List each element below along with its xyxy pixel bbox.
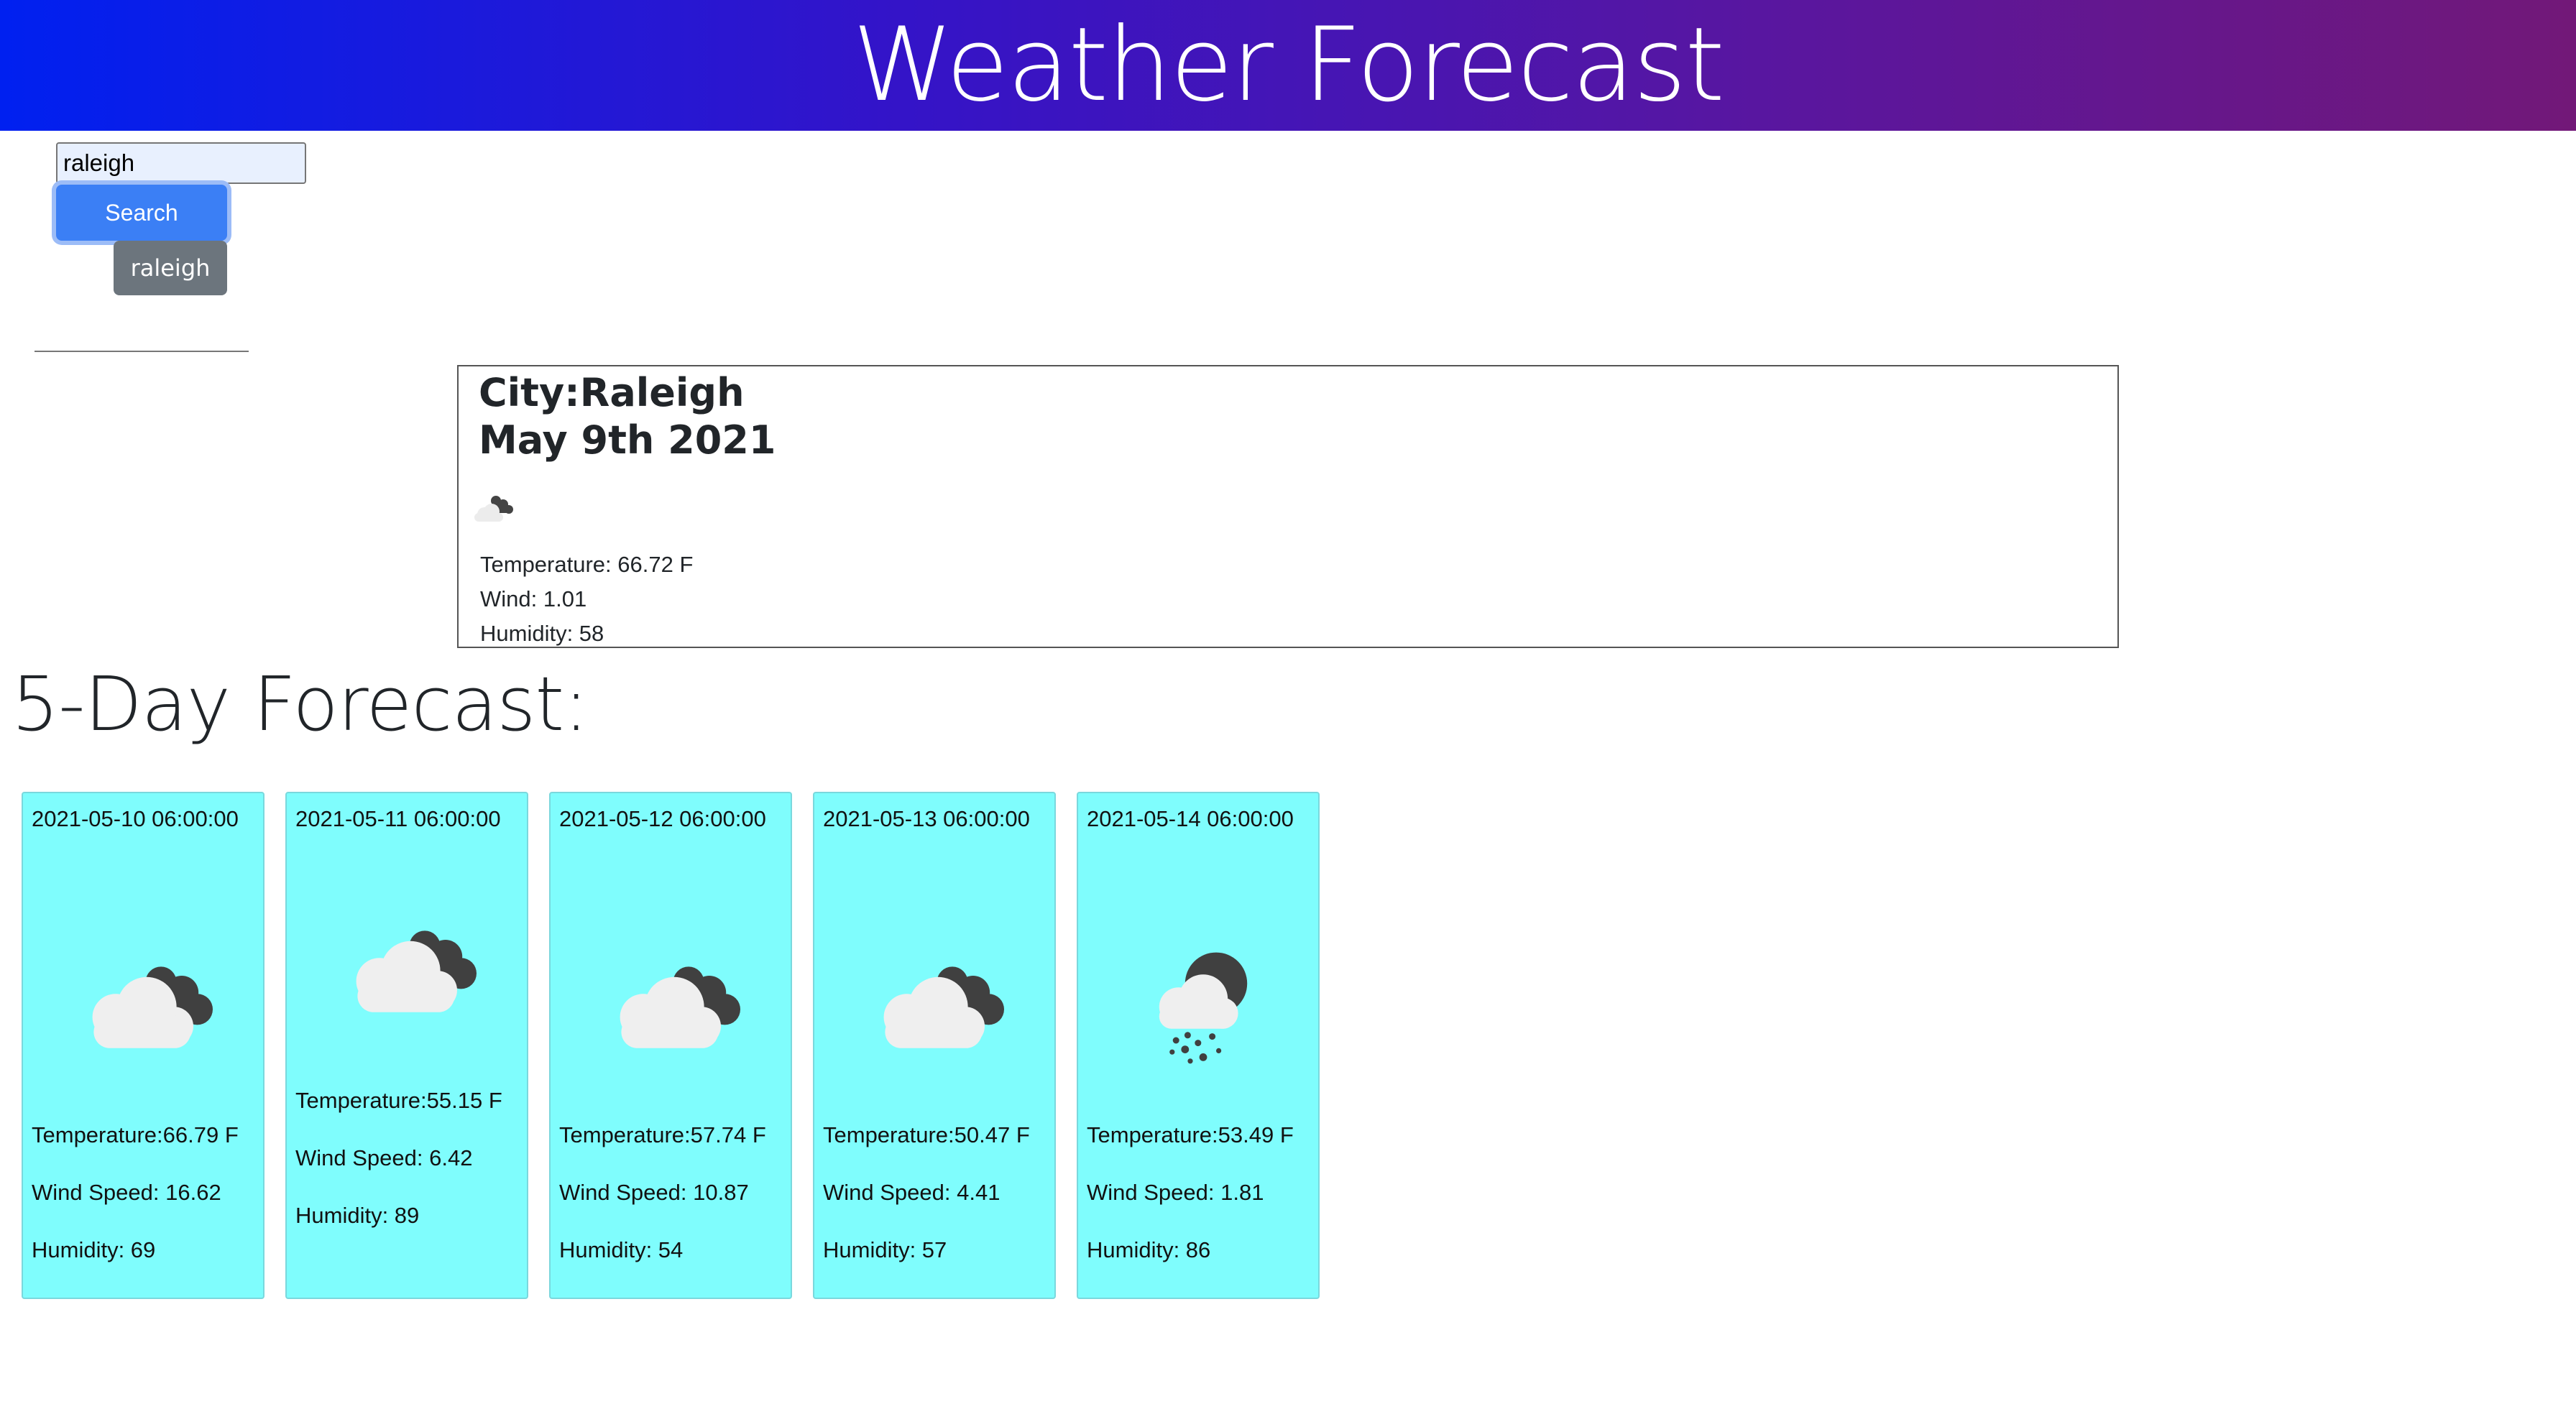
forecast-date: 2021-05-12 06:00:00 [559, 806, 766, 831]
forecast-date: 2021-05-10 06:00:00 [32, 806, 239, 831]
forecast-temperature: Temperature:55.15 F [295, 1088, 502, 1113]
forecast-wind: Wind Speed: 4.41 [823, 1180, 1000, 1205]
forecast-wind: Wind Speed: 10.87 [559, 1180, 749, 1205]
forecast-humidity: Humidity: 54 [559, 1237, 684, 1262]
clouds-icon [356, 930, 477, 1012]
clouds-icon [92, 966, 213, 1048]
forecast-date: 2021-05-13 06:00:00 [823, 806, 1030, 831]
history-city-button[interactable]: raleigh [114, 241, 227, 295]
rain-icon [1159, 952, 1248, 1064]
forecast-card: 2021-05-10 06:00:00 Temperature:66.79 F Wi… [22, 792, 264, 1299]
forecast-temperature: Temperature:50.47 F [823, 1122, 1030, 1147]
current-wind: Wind: 1.01 [480, 586, 587, 611]
current-weather-panel: City:Raleigh May 9th 2021 Temperature: 6… [457, 365, 2119, 648]
current-temperature: Temperature: 66.72 F [480, 552, 694, 577]
forecast-card: 2021-05-14 06:00:00 Temperature:53.49 F Wi… [1077, 792, 1320, 1299]
page-title: Weather Forecast [852, 6, 1725, 124]
forecast-date: 2021-05-14 06:00:00 [1087, 806, 1294, 831]
current-humidity: Humidity: 58 [480, 621, 604, 646]
forecast-humidity: Humidity: 57 [823, 1237, 947, 1262]
city-search-input[interactable] [56, 142, 306, 184]
forecast-temperature: Temperature:57.74 F [559, 1122, 766, 1147]
forecast-temperature: Temperature:53.49 F [1087, 1122, 1294, 1147]
forecast-wind: Wind Speed: 1.81 [1087, 1180, 1264, 1205]
forecast-temperature: Temperature:66.79 F [32, 1122, 239, 1147]
clouds-icon [474, 496, 513, 522]
forecast-humidity: Humidity: 86 [1087, 1237, 1211, 1262]
history-divider [34, 351, 249, 352]
forecast-card: 2021-05-11 06:00:00 Temperature:55.15 F Wi… [285, 792, 528, 1299]
clouds-icon [620, 966, 740, 1048]
forecast-heading: 5-Day Forecast: [12, 660, 589, 748]
forecast-wind: Wind Speed: 16.62 [32, 1180, 221, 1205]
forecast-wind: Wind Speed: 6.42 [295, 1145, 473, 1170]
forecast-card: 2021-05-13 06:00:00 Temperature:50.47 F Wi… [813, 792, 1056, 1299]
current-date: May 9th 2021 [479, 417, 776, 463]
forecast-card: 2021-05-12 06:00:00 Temperature:57.74 F Wi… [549, 792, 792, 1299]
clouds-icon [883, 966, 1004, 1048]
forecast-humidity: Humidity: 89 [295, 1203, 420, 1228]
forecast-date: 2021-05-11 06:00:00 [295, 806, 501, 831]
search-button[interactable]: Search [56, 185, 227, 241]
page-header: Weather Forecast [0, 0, 2576, 131]
forecast-humidity: Humidity: 69 [32, 1237, 156, 1262]
current-city: City:Raleigh [479, 370, 745, 415]
